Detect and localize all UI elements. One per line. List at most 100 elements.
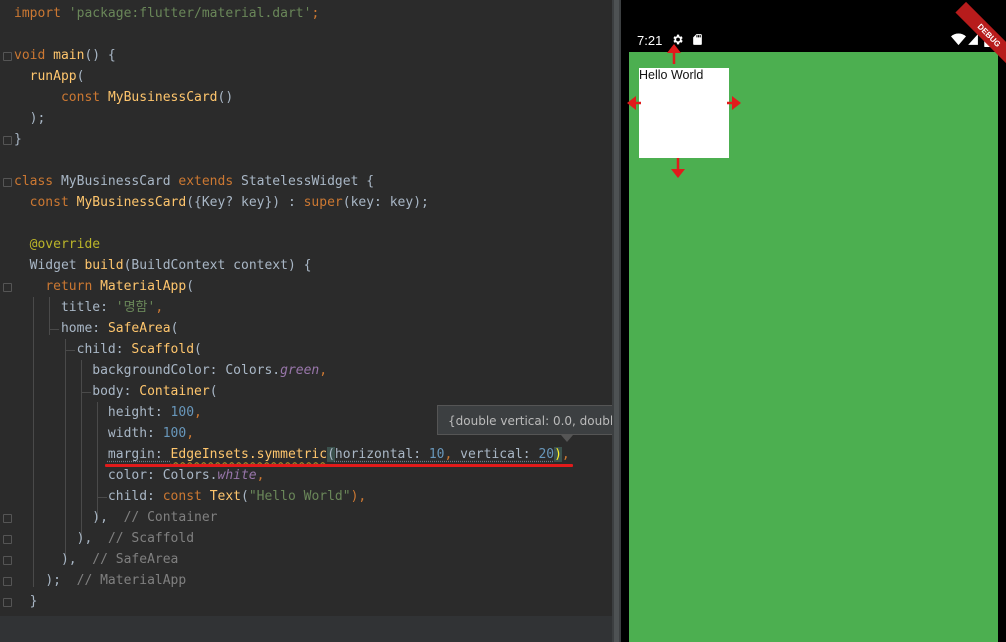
token-punct: , [561,447,570,462]
code-line-19[interactable]: body: Container( [14,381,217,402]
tooltip-pointer [561,435,573,442]
token-text: ( [170,321,179,336]
token-string: 'package:flutter/material.dart' [68,6,312,21]
token-text: } [29,594,38,609]
code-line-22[interactable]: margin: EdgeInsets.symmetric(horizontal:… [14,444,570,465]
token-punct: , [256,468,265,483]
token-function: runApp [29,69,77,84]
code-line-26[interactable]: ), // Scaffold [14,528,194,549]
token-punct: , [444,447,461,462]
token-text: ), [60,552,77,567]
code-line-29[interactable]: } [14,591,38,612]
token-text: Widget [29,258,85,273]
token-punct: , [186,426,195,441]
code-line-4[interactable]: runApp( [14,66,85,87]
fold-marker[interactable] [3,178,12,187]
sd-card-icon [693,34,702,45]
token-function: Scaffold [131,342,195,357]
fold-marker[interactable] [3,598,12,607]
token-paren-match: ) [554,447,562,462]
token-constant: white [217,468,257,483]
token-number: 100 [162,426,187,441]
token-text: height: [107,405,171,420]
hello-world-text: Hello World [639,68,704,82]
app-screen[interactable]: Hello World [629,52,998,642]
token-text: ), [92,510,108,525]
token-function: MyBusinessCard [107,90,218,105]
code-line-1[interactable]: import 'package:flutter/material.dart'; [14,3,319,24]
code-line-12[interactable]: @override [14,234,100,255]
code-line-13[interactable]: Widget build(BuildContext context) { [14,255,312,276]
token-annotation: @override [29,237,101,252]
token-param: vertical: [460,447,539,462]
token-text: (key: key); [342,195,429,210]
code-line-15[interactable]: title: '명함', [14,297,163,318]
token-text: ( [241,489,249,504]
token-comment: // Scaffold [107,531,195,546]
token-constant: green [280,363,320,378]
code-line-18[interactable]: backgroundColor: Colors.green, [14,360,327,381]
fold-marker[interactable] [3,577,12,586]
token-text: ( [194,342,202,357]
token-text: child: [76,342,132,357]
token-text: child: [107,489,163,504]
token-text: } [14,132,22,147]
arrow-left-icon [627,96,641,110]
token-text: ( [76,69,85,84]
token-text: StatelessWidget { [241,174,375,189]
token-paren-match: ( [327,447,335,462]
code-line-9[interactable]: class MyBusinessCard extends StatelessWi… [14,171,374,192]
editor-bottom-bar [0,616,614,642]
token-function: MyBusinessCard [76,195,187,210]
code-line-24[interactable]: child: const Text("Hello World"), [14,486,366,507]
code-editor[interactable]: import 'package:flutter/material.dart'; … [0,0,614,642]
fold-marker[interactable] [3,136,12,145]
token-text: margin: [107,447,171,462]
token-keyword: return [45,279,93,294]
token-comment: // Container [123,510,218,525]
code-line-17[interactable]: child: Scaffold( [14,339,202,360]
fold-marker[interactable] [3,514,12,523]
token-keyword: super [303,195,343,210]
token-text: width: [107,426,163,441]
token-punct: , [319,363,328,378]
code-line-10[interactable]: const MyBusinessCard({Key? key}) : super… [14,192,429,213]
token-punct: ), [350,489,367,504]
code-line-3[interactable]: void main() { [14,45,116,66]
token-function: Text [209,489,241,504]
token-param: horizontal: [334,447,429,462]
token-text: ), [76,531,93,546]
red-annotation-underline [105,464,573,467]
fold-marker[interactable] [3,283,12,292]
code-line-14[interactable]: return MaterialApp( [14,276,194,297]
code-line-23[interactable]: color: Colors.white, [14,465,265,486]
arrow-right-icon [727,96,741,110]
token-text: color: Colors. [107,468,218,483]
white-container: Hello World [639,68,729,158]
code-line-5[interactable]: const MyBusinessCard() [14,87,233,108]
signal-icon [968,34,978,45]
status-time: 7:21 [637,33,663,48]
code-line-28[interactable]: ); // MaterialApp [14,570,186,591]
fold-marker[interactable] [3,52,12,61]
token-punct: , [194,405,202,420]
editor-scrollbar-thumb[interactable] [614,0,619,642]
code-line-20[interactable]: height: 100, [14,402,202,423]
token-punct: , [155,300,164,315]
token-text: () [217,90,234,105]
token-function: SafeArea [107,321,171,336]
token-number: 20 [538,447,555,462]
code-line-27[interactable]: ), // SafeArea [14,549,178,570]
code-line-7[interactable]: } [14,129,22,150]
code-line-16[interactable]: home: SafeArea( [14,318,178,339]
code-line-21[interactable]: width: 100, [14,423,194,444]
token-function: build [84,258,124,273]
fold-marker[interactable] [3,535,12,544]
token-number: 100 [170,405,195,420]
android-status-bar: 7:21 [629,28,1006,52]
code-line-25[interactable]: ), // Container [14,507,218,528]
token-number: 10 [428,447,445,462]
code-line-6[interactable]: ); [14,108,46,129]
fold-marker[interactable] [3,556,12,565]
emulator-device: 7:21 Hello World DEBUG [621,0,1006,642]
